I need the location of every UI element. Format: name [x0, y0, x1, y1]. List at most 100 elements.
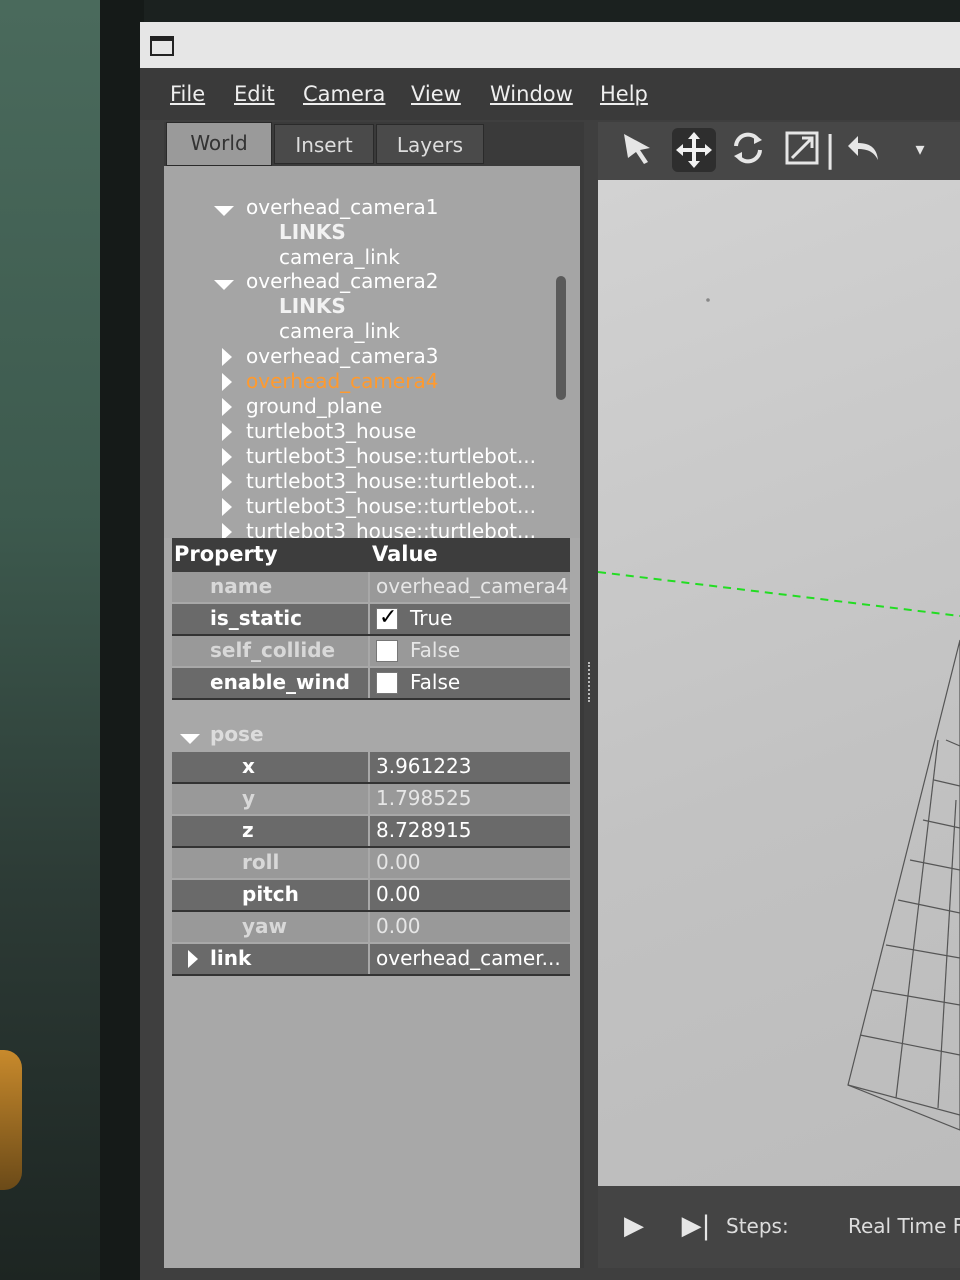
prop-value: False [410, 638, 461, 662]
tab-world[interactable]: World [166, 122, 272, 166]
tree-item-overhead-camera1[interactable]: overhead_camera1 [246, 195, 438, 220]
tree-item-turtlebot[interactable]: turtlebot3_house::turtlebot... [246, 469, 536, 494]
play-icon[interactable]: ▶ [612, 1204, 656, 1248]
tree-scrollbar[interactable] [556, 276, 566, 400]
scale-icon[interactable] [780, 128, 824, 172]
prop-row-yaw[interactable]: yaw 0.00 [172, 912, 570, 942]
tree-item-turtlebot3-house[interactable]: turtlebot3_house [246, 419, 416, 444]
steps-label: Steps: [726, 1214, 789, 1238]
window-icon[interactable] [150, 36, 174, 56]
prop-value[interactable]: 0.00 [376, 850, 421, 874]
left-panel: World Insert Layers overhead_camera1 LIN… [164, 122, 584, 1268]
select-arrow-icon[interactable] [616, 128, 660, 172]
ground-grid [847, 639, 960, 1131]
real-time-label: Real Time F [848, 1214, 960, 1238]
prop-row-enable-wind[interactable]: enable_wind False [172, 668, 570, 700]
tree-item-turtlebot[interactable]: turtlebot3_house::turtlebot... [246, 494, 536, 519]
prop-row-z[interactable]: z 8.728915 [172, 816, 570, 848]
prop-value[interactable]: 0.00 [376, 914, 421, 938]
prop-key: z [242, 818, 254, 842]
expand-arrow-icon[interactable] [222, 448, 232, 466]
window-titlebar [140, 22, 960, 68]
property-column-header: Property [174, 542, 278, 566]
tab-layers[interactable]: Layers [376, 124, 484, 164]
property-header: Property Value [172, 538, 570, 572]
tree-item-camera-link[interactable]: camera_link [279, 245, 400, 270]
tree-group-links[interactable]: LINKS [279, 220, 346, 245]
scene-bottom-bar: ▶ ▶| Steps: Real Time F [598, 1186, 960, 1268]
prop-row-link[interactable]: link overhead_camer... [172, 944, 570, 976]
tree-item-turtlebot[interactable]: turtlebot3_house::turtlebot... [246, 519, 536, 538]
prop-key: self_collide [210, 638, 336, 662]
prop-key: yaw [242, 914, 288, 938]
panel-splitter[interactable] [588, 662, 596, 702]
prop-key: name [210, 574, 273, 598]
expand-arrow-icon[interactable] [222, 523, 232, 538]
toolbar-separator: | [824, 129, 837, 170]
rotate-icon[interactable] [726, 128, 770, 172]
enable-wind-checkbox[interactable] [376, 672, 398, 694]
undo-icon[interactable] [842, 128, 886, 172]
property-panel: Property Value name overhead_camera4 is_… [164, 538, 580, 1268]
prop-row-name[interactable]: name overhead_camera4 [172, 572, 570, 602]
prop-value: overhead_camer... [376, 946, 561, 970]
tree-item-overhead-camera3[interactable]: overhead_camera3 [246, 344, 438, 369]
tab-insert[interactable]: Insert [274, 124, 374, 164]
translate-icon[interactable] [672, 128, 716, 172]
expand-arrow-icon[interactable] [222, 348, 232, 366]
check-icon: ✓ [379, 605, 398, 630]
is-static-checkbox[interactable]: ✓ [376, 605, 398, 630]
tree-item-overhead-camera4[interactable]: overhead_camera4 [246, 369, 438, 394]
menu-window[interactable]: Window [490, 82, 573, 106]
collapse-arrow-icon[interactable] [180, 734, 200, 744]
prop-row-self-collide[interactable]: self_collide False [172, 636, 570, 666]
prop-key: enable_wind [210, 670, 350, 694]
prop-key: link [210, 946, 252, 970]
prop-row-y[interactable]: y 1.798525 [172, 784, 570, 814]
expand-arrow-icon[interactable] [222, 498, 232, 516]
axis-line [598, 571, 960, 617]
world-tree: overhead_camera1 LINKS camera_link overh… [164, 166, 580, 538]
prop-value[interactable]: 1.798525 [376, 786, 471, 810]
dropdown-icon[interactable]: ▾ [898, 128, 942, 172]
expand-arrow-icon[interactable] [222, 473, 232, 491]
expand-arrow-icon[interactable] [222, 423, 232, 441]
tree-item-camera-link[interactable]: camera_link [279, 319, 400, 344]
tree-item-overhead-camera2[interactable]: overhead_camera2 [246, 269, 438, 294]
scene-toolbar: | ▾ [598, 122, 960, 180]
prop-value: True [410, 606, 453, 630]
prop-row-pitch[interactable]: pitch 0.00 [172, 880, 570, 912]
prop-value[interactable]: 3.961223 [376, 754, 471, 778]
menu-edit[interactable]: Edit [234, 82, 275, 106]
prop-value[interactable]: 8.728915 [376, 818, 471, 842]
self-collide-checkbox[interactable] [376, 640, 398, 662]
expand-arrow-icon[interactable] [222, 398, 232, 416]
value-column-header: Value [372, 542, 438, 566]
tree-group-links[interactable]: LINKS [279, 294, 346, 319]
menu-file[interactable]: File [170, 82, 205, 106]
monitor-bezel-left [100, 0, 144, 1280]
collapse-arrow-icon[interactable] [214, 280, 234, 290]
scene-viewport[interactable] [598, 180, 960, 1186]
prop-value[interactable]: 0.00 [376, 882, 421, 906]
step-icon[interactable]: ▶| [674, 1204, 718, 1248]
scene-speck [706, 298, 710, 302]
pose-group-label[interactable]: pose [210, 722, 264, 746]
prop-row-roll[interactable]: roll 0.00 [172, 848, 570, 878]
collapse-arrow-icon[interactable] [214, 206, 234, 216]
gazebo-window: File Edit Camera View Window Help World … [140, 22, 960, 1280]
prop-key: is_static [210, 606, 302, 630]
tree-item-ground-plane[interactable]: ground_plane [246, 394, 382, 419]
prop-row-x[interactable]: x 3.961223 [172, 752, 570, 784]
tree-item-turtlebot[interactable]: turtlebot3_house::turtlebot... [246, 444, 536, 469]
menu-view[interactable]: View [411, 82, 461, 106]
menu-camera[interactable]: Camera [303, 82, 385, 106]
expand-arrow-icon[interactable] [188, 950, 198, 968]
prop-key: pitch [242, 882, 299, 906]
prop-key: x [242, 754, 255, 778]
menu-help[interactable]: Help [600, 82, 648, 106]
scene-render [598, 298, 960, 1131]
expand-arrow-icon[interactable] [222, 373, 232, 391]
prop-value[interactable]: overhead_camera4 [376, 574, 568, 598]
prop-row-is-static[interactable]: is_static ✓ True [172, 604, 570, 636]
